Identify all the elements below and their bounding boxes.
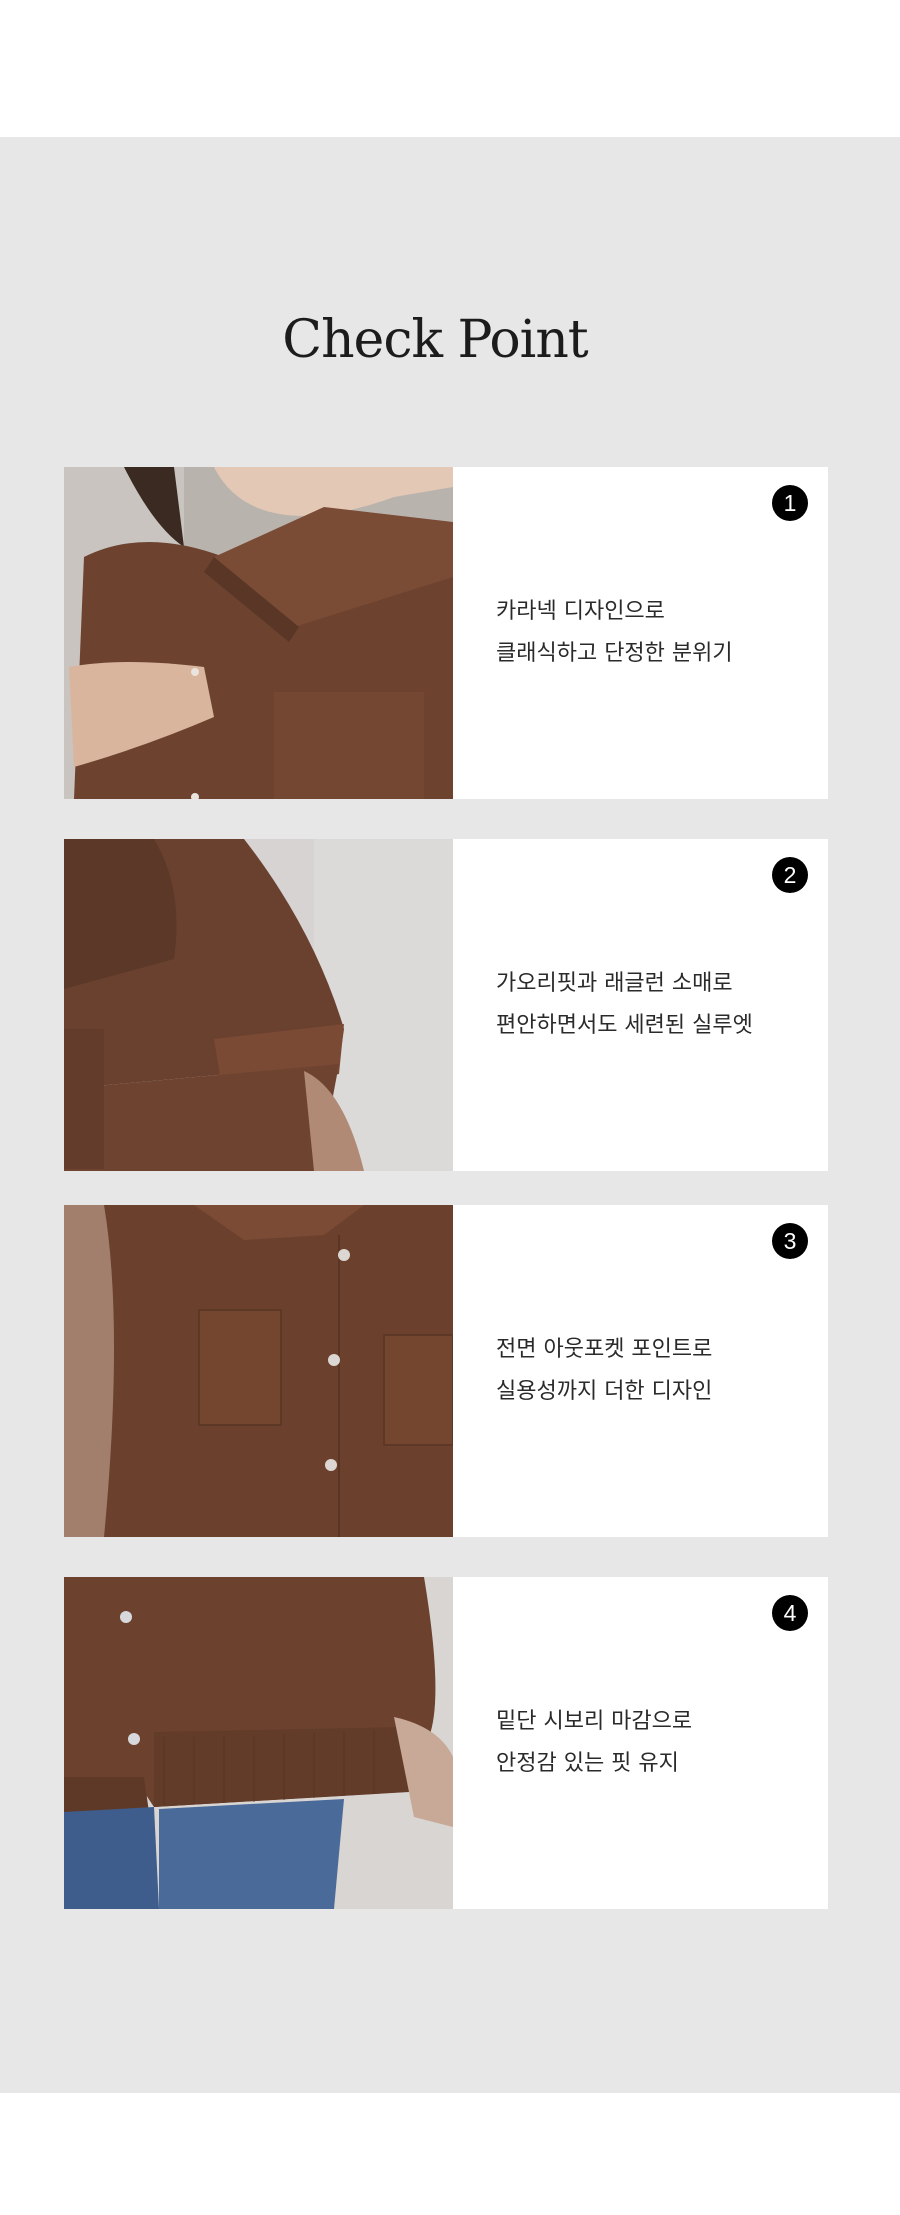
point-number-badge: 1 [772,485,808,521]
check-point-card-4: 4 밑단 시보리 마감으로 안정감 있는 핏 유지 [64,1577,828,1909]
sleeve-detail-photo [64,839,453,1171]
check-point-card-2: 2 가오리핏과 래글런 소매로 편안하면서도 세련된 실루엣 [64,839,828,1171]
point-description-line-2: 안정감 있는 핏 유지 [496,1751,679,1776]
point-description: 밑단 시보리 마감으로 안정감 있는 핏 유지 [496,1701,816,1785]
point-number-badge: 4 [772,1595,808,1631]
check-point-card-1: 1 카라넥 디자인으로 클래식하고 단정한 분위기 [64,467,828,799]
point-description-line-1: 전면 아웃포켓 포인트로 [496,1337,713,1362]
point-description: 가오리핏과 래글런 소매로 편안하면서도 세련된 실루엣 [496,963,816,1047]
section-title: Check Point [282,310,588,370]
point-number-badge: 2 [772,857,808,893]
point-description: 카라넥 디자인으로 클래식하고 단정한 분위기 [496,591,816,675]
check-point-card-3: 3 전면 아웃포켓 포인트로 실용성까지 더한 디자인 [64,1205,828,1537]
pocket-detail-photo [64,1205,453,1537]
point-description: 전면 아웃포켓 포인트로 실용성까지 더한 디자인 [496,1329,816,1413]
point-description-line-1: 카라넥 디자인으로 [496,599,665,624]
point-description-line-1: 밑단 시보리 마감으로 [496,1709,693,1734]
point-description-line-2: 실용성까지 더한 디자인 [496,1379,713,1404]
collar-detail-photo [64,467,453,799]
point-description-line-2: 클래식하고 단정한 분위기 [496,641,733,666]
hem-detail-photo [64,1577,453,1909]
point-description-line-2: 편안하면서도 세련된 실루엣 [496,1013,753,1038]
point-description-line-1: 가오리핏과 래글런 소매로 [496,971,733,996]
point-number-badge: 3 [772,1223,808,1259]
